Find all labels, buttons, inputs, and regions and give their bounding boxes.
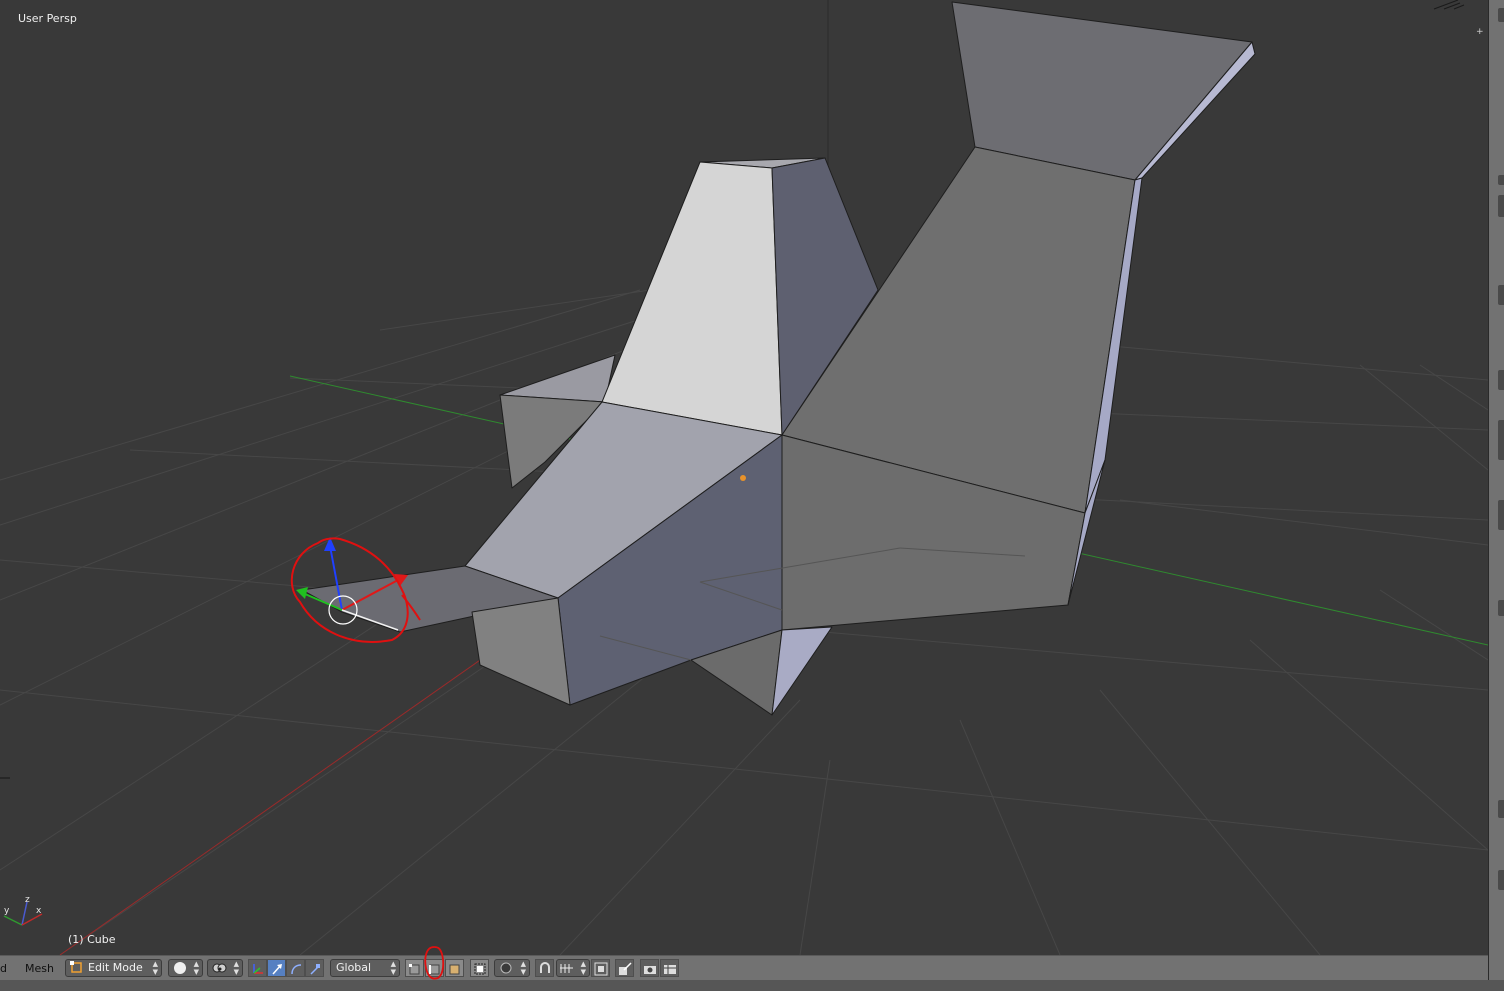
- strip-tab[interactable]: [1498, 195, 1504, 217]
- properties-toggle-icon[interactable]: +: [1476, 27, 1484, 37]
- render-animation-button[interactable]: [660, 959, 679, 977]
- transform-orientation-selector[interactable]: Global ▲ ▼: [330, 959, 400, 977]
- strip-tab[interactable]: [1498, 870, 1504, 890]
- axis-orientation-widget: y z x: [3, 895, 43, 926]
- strip-tab[interactable]: [1498, 600, 1504, 616]
- viewport-header: d Mesh Edit Mode ▲ ▼ ▲ ▼ ▲ ▼ Global ▲ ▼ …: [0, 946, 1488, 980]
- face-select-icon: [449, 964, 460, 975]
- proportional-edit-selector[interactable]: ▲ ▼: [494, 959, 530, 977]
- scale-manipulator-button[interactable]: [305, 959, 324, 977]
- axis-widget-z-label: z: [25, 895, 30, 905]
- strip-tab[interactable]: [1498, 175, 1504, 185]
- snap-target-button[interactable]: [591, 959, 610, 977]
- render-preview-icon: [644, 966, 656, 974]
- scene-canvas[interactable]: y z x +: [0, 0, 1488, 955]
- updown-arrows-icon: ▲ ▼: [152, 960, 158, 976]
- strip-tab[interactable]: [1498, 8, 1504, 22]
- updown-arrows-icon: ▲ ▼: [390, 960, 396, 976]
- translate-manipulator-icon: [272, 964, 282, 975]
- strip-tab[interactable]: [1498, 420, 1504, 460]
- translate-manipulator-button[interactable]: [267, 959, 286, 977]
- pivot-point-selector[interactable]: ▲ ▼: [207, 959, 243, 977]
- snap-target-icon: [594, 962, 608, 976]
- proportional-edit-icon: [500, 962, 512, 974]
- edit-mode-icon: [70, 961, 82, 973]
- strip-tab[interactable]: [1498, 370, 1504, 390]
- strip-tab[interactable]: [1498, 285, 1504, 305]
- mesh-menu[interactable]: Mesh: [25, 962, 54, 975]
- snap-element-selector[interactable]: ▲ ▼: [556, 959, 590, 977]
- tool-shelf-edge[interactable]: [1488, 0, 1504, 991]
- object-origin-dot: [740, 475, 746, 481]
- 3d-viewport[interactable]: y z x + User Persp (1) Cube: [0, 0, 1488, 955]
- transform-orientation-label: Global: [336, 961, 372, 974]
- mode-selector[interactable]: Edit Mode ▲ ▼: [65, 959, 162, 977]
- solid-sphere-icon: [174, 962, 186, 974]
- mesh-options-button[interactable]: [615, 959, 634, 977]
- axis-widget-y-label: y: [4, 906, 10, 916]
- occlude-geometry-icon: [474, 963, 486, 975]
- mode-selector-label: Edit Mode: [88, 961, 143, 974]
- active-object-label: (1) Cube: [68, 933, 116, 946]
- rotate-manipulator-icon: [291, 964, 302, 975]
- updown-arrows-icon: ▲ ▼: [193, 960, 199, 976]
- axis-widget-x-label: x: [36, 906, 42, 916]
- occlude-geometry-button[interactable]: [470, 959, 489, 977]
- snap-toggle-icon: [540, 962, 550, 973]
- viewport-shading-selector[interactable]: ▲ ▼: [168, 959, 203, 977]
- updown-arrows-icon: ▲ ▼: [520, 960, 526, 976]
- manipulator-toggle-icon: [253, 964, 263, 974]
- render-preview-button[interactable]: [640, 959, 659, 977]
- area-split-widget[interactable]: [1433, 0, 1465, 10]
- snap-toggle-button[interactable]: [535, 959, 554, 977]
- scale-manipulator-icon: [310, 964, 320, 975]
- manipulator-toggle-button[interactable]: [248, 959, 267, 977]
- annotation-mark: [424, 946, 445, 980]
- updown-arrows-icon: ▲ ▼: [580, 960, 586, 976]
- pivot-point-icon: [212, 963, 227, 973]
- manipulator-y-arrow: [296, 587, 308, 599]
- snap-element-icon: [560, 964, 573, 973]
- strip-tab[interactable]: [1498, 800, 1504, 818]
- editor-menu-partial[interactable]: d: [0, 962, 7, 975]
- strip-tab[interactable]: [1498, 500, 1504, 530]
- mesh-options-icon: [619, 962, 632, 975]
- rotate-manipulator-button[interactable]: [286, 959, 305, 977]
- edit-mesh[interactable]: [301, 1, 1256, 716]
- render-animation-icon: [664, 965, 676, 974]
- view-label: User Persp: [18, 12, 77, 25]
- window-bottom-edge: [0, 980, 1504, 991]
- updown-arrows-icon: ▲ ▼: [233, 960, 239, 976]
